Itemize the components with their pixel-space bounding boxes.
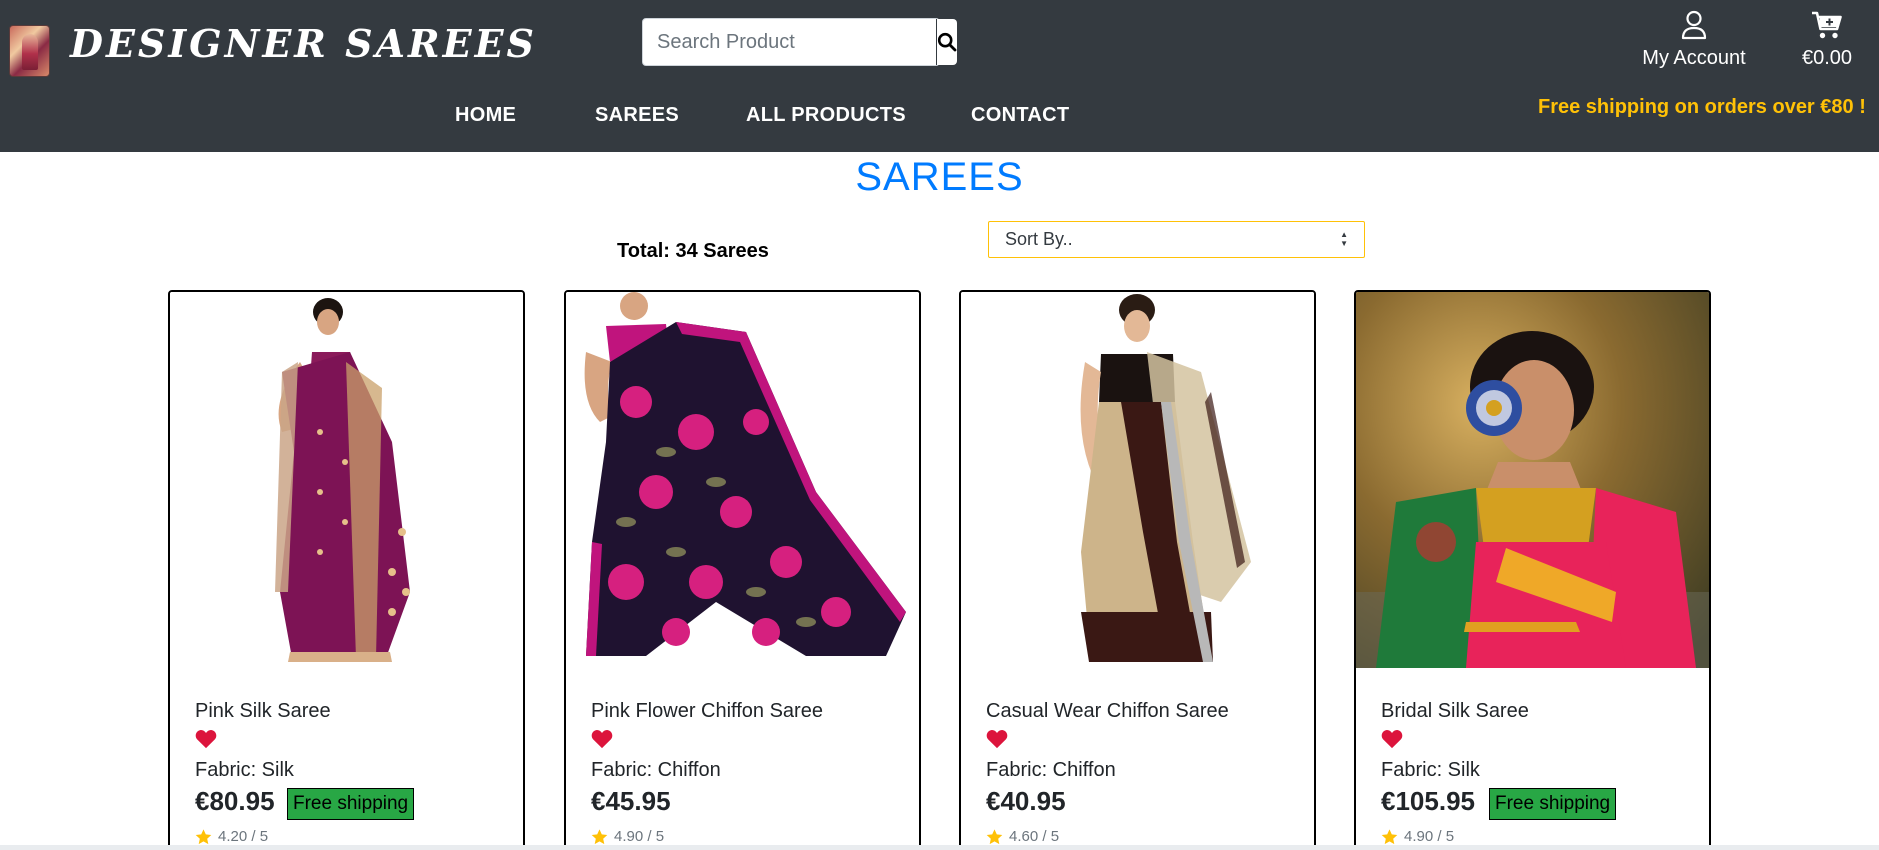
brand-name[interactable]: DESIGNER SAREES — [70, 18, 537, 70]
cart-total: €0.00 — [1801, 47, 1853, 69]
star-icon — [591, 828, 608, 844]
brand-logo[interactable] — [9, 25, 50, 77]
search-input[interactable] — [643, 19, 937, 65]
favourite-heart-icon[interactable] — [195, 729, 217, 749]
cart-link[interactable]: €0.00 — [1795, 10, 1859, 70]
favourite-heart-icon[interactable] — [1381, 729, 1403, 749]
product-name[interactable]: Casual Wear Chiffon Saree — [986, 700, 1229, 723]
product-image[interactable] — [566, 292, 919, 668]
product-price: €105.95 — [1381, 786, 1475, 816]
sort-select-label: Sort By.. — [1005, 229, 1073, 249]
product-name[interactable]: Pink Silk Saree — [195, 700, 331, 723]
product-total-count: Total: 34 Sarees — [617, 240, 769, 262]
product-card[interactable]: Pink Silk Saree Fabric: Silk €80.95 Free… — [168, 290, 525, 850]
product-rating: 4.20 / 5 — [195, 828, 268, 845]
user-icon — [1681, 10, 1707, 40]
site-header: DESIGNER SAREES My Account €0.00 HOME SA… — [0, 0, 1879, 152]
product-name[interactable]: Pink Flower Chiffon Saree — [591, 700, 823, 723]
product-price: €40.95 — [986, 786, 1066, 816]
rating-value: 4.90 / 5 — [1404, 828, 1455, 845]
star-icon — [986, 828, 1003, 844]
sort-select[interactable]: Sort By.. ▲ ▼ — [988, 221, 1365, 258]
product-image[interactable] — [961, 292, 1314, 668]
sort-arrows-icon: ▲ ▼ — [1340, 230, 1348, 248]
product-name[interactable]: Bridal Silk Saree — [1381, 700, 1529, 723]
favourite-heart-icon[interactable] — [986, 729, 1008, 749]
product-fabric: Fabric: Silk — [195, 759, 294, 781]
product-card[interactable]: Bridal Silk Saree Fabric: Silk €105.95 F… — [1354, 290, 1711, 850]
product-fabric: Fabric: Chiffon — [986, 759, 1116, 781]
free-shipping-badge: Free shipping — [1489, 788, 1617, 820]
star-icon — [1381, 828, 1398, 844]
page-title: SAREES — [855, 155, 1024, 199]
my-account-link[interactable]: My Account — [1632, 10, 1756, 70]
product-price: €80.95 — [195, 786, 275, 816]
nav-home[interactable]: HOME — [455, 104, 516, 132]
rating-value: 4.90 / 5 — [614, 828, 665, 845]
my-account-label: My Account — [1642, 47, 1746, 69]
nav-sarees[interactable]: SAREES — [595, 104, 679, 132]
rating-value: 4.20 / 5 — [218, 828, 269, 845]
product-card[interactable]: Pink Flower Chiffon Saree Fabric: Chiffo… — [564, 290, 921, 850]
product-card[interactable]: Casual Wear Chiffon Saree Fabric: Chiffo… — [959, 290, 1316, 850]
rating-value: 4.60 / 5 — [1009, 828, 1060, 845]
product-rating: 4.60 / 5 — [986, 828, 1059, 845]
search-button[interactable] — [937, 19, 957, 65]
free-shipping-badge: Free shipping — [287, 788, 415, 820]
product-price: €45.95 — [591, 786, 671, 816]
product-image[interactable] — [1356, 292, 1709, 668]
search-bar — [642, 18, 957, 66]
nav-all-products[interactable]: ALL PRODUCTS — [746, 104, 906, 132]
product-fabric: Fabric: Silk — [1381, 759, 1480, 781]
page-bottom-edge — [0, 845, 1879, 850]
free-shipping-banner: Free shipping on orders over €80 ! — [1538, 96, 1866, 118]
product-rating: 4.90 / 5 — [591, 828, 664, 845]
nav-contact[interactable]: CONTACT — [971, 104, 1069, 132]
product-image[interactable] — [170, 292, 523, 668]
product-rating: 4.90 / 5 — [1381, 828, 1454, 845]
favourite-heart-icon[interactable] — [591, 729, 613, 749]
star-icon — [195, 828, 212, 844]
product-fabric: Fabric: Chiffon — [591, 759, 721, 781]
search-icon — [937, 32, 957, 52]
shopping-cart-icon — [1812, 11, 1842, 39]
